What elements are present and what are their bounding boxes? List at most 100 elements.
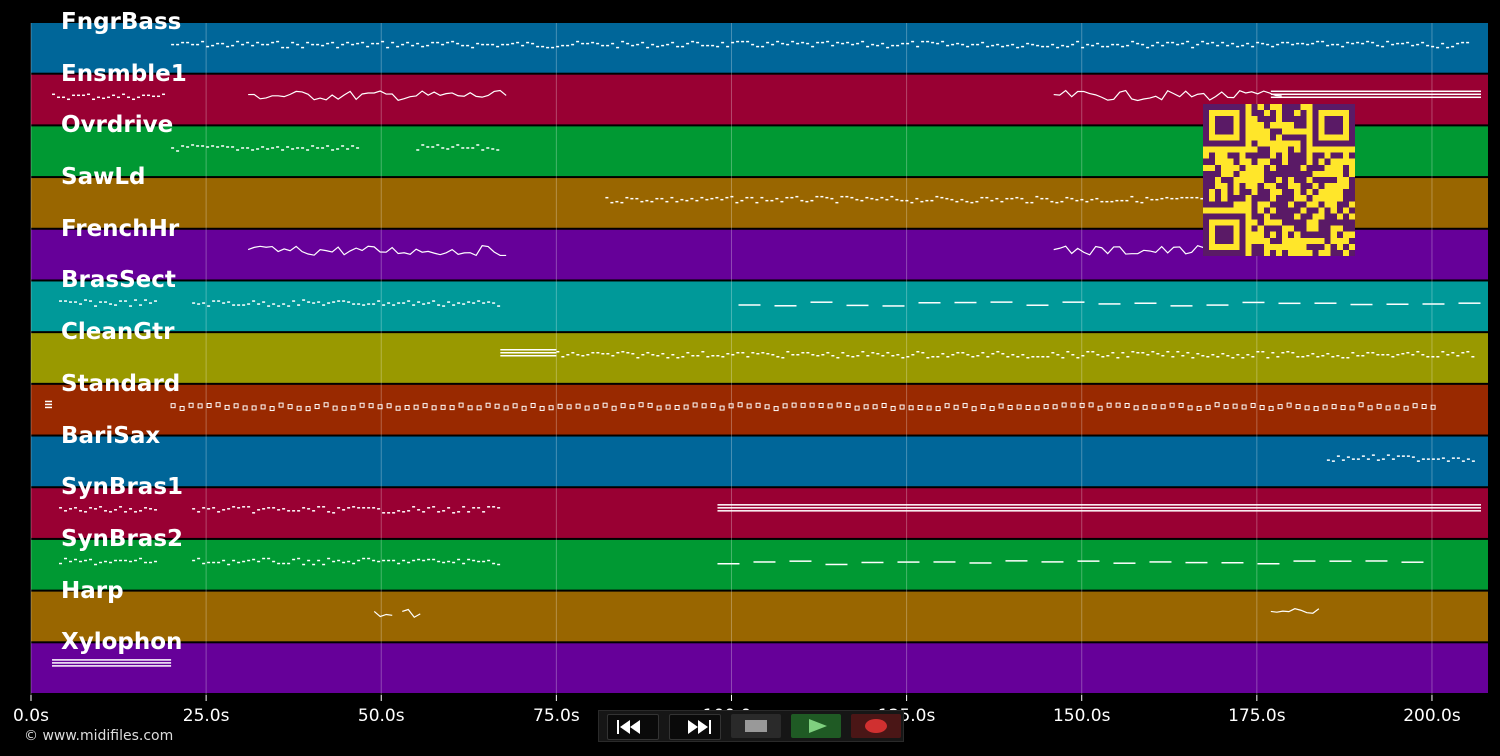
note <box>1251 45 1255 48</box>
note <box>1356 41 1360 44</box>
note <box>1436 356 1440 358</box>
note <box>124 511 128 513</box>
note <box>147 94 151 97</box>
note <box>137 96 141 99</box>
note <box>1145 196 1149 199</box>
note <box>401 43 405 46</box>
note <box>447 560 451 563</box>
note <box>666 43 670 46</box>
note <box>367 303 371 305</box>
note <box>232 559 236 562</box>
note <box>427 558 431 561</box>
note <box>706 44 710 47</box>
note <box>1256 41 1260 44</box>
note <box>117 96 121 99</box>
note <box>242 304 246 306</box>
note <box>1365 560 1388 562</box>
note <box>307 559 311 562</box>
track-lane <box>31 281 1488 332</box>
note <box>206 45 210 48</box>
note <box>457 302 461 304</box>
note <box>114 559 118 562</box>
note <box>1270 90 1481 93</box>
note <box>417 509 421 511</box>
tick-label: 0.0s <box>13 706 49 726</box>
note <box>876 353 880 355</box>
note <box>791 40 795 43</box>
note <box>1096 42 1100 45</box>
note <box>74 558 78 561</box>
note <box>1021 354 1025 356</box>
note <box>127 96 131 99</box>
note <box>52 662 172 664</box>
note <box>181 41 185 44</box>
note <box>706 356 710 358</box>
note <box>222 559 226 562</box>
note <box>933 561 956 563</box>
note <box>950 198 954 201</box>
note <box>252 512 256 514</box>
note <box>1241 357 1245 359</box>
note <box>717 510 1481 512</box>
note <box>256 148 260 150</box>
note <box>1075 199 1079 202</box>
note <box>811 45 815 48</box>
track-label: FngrBass <box>61 9 182 35</box>
note <box>1281 352 1285 354</box>
note <box>1321 355 1325 357</box>
note <box>422 303 426 305</box>
stop-icon <box>745 720 767 732</box>
note <box>247 303 251 305</box>
note <box>321 147 325 149</box>
note <box>1381 458 1385 460</box>
note <box>861 40 865 43</box>
fast-forward-button[interactable] <box>669 714 721 740</box>
note <box>1226 44 1230 47</box>
note <box>675 200 679 203</box>
tick-label: 50.0s <box>357 706 405 726</box>
note <box>810 199 814 202</box>
note <box>976 355 980 357</box>
note <box>789 560 812 562</box>
note <box>327 511 331 513</box>
note <box>717 507 1481 509</box>
note <box>666 357 670 359</box>
note <box>221 145 225 147</box>
record-button[interactable] <box>851 714 901 738</box>
note <box>826 352 830 354</box>
note <box>845 195 849 198</box>
note <box>1116 357 1120 359</box>
note <box>476 42 480 45</box>
note <box>451 40 455 43</box>
qr-code-icon[interactable] <box>1203 104 1355 256</box>
note-group <box>52 659 172 667</box>
note <box>897 561 920 563</box>
note <box>1316 356 1320 358</box>
note <box>971 43 975 46</box>
note <box>656 45 660 48</box>
note <box>99 506 103 508</box>
note <box>561 44 565 47</box>
note <box>870 197 874 200</box>
note <box>272 560 276 563</box>
note <box>1331 460 1335 462</box>
note <box>376 42 380 45</box>
note <box>1095 197 1099 200</box>
rewind-button[interactable] <box>607 714 659 740</box>
note <box>402 511 406 513</box>
stop-button[interactable] <box>731 714 781 738</box>
play-button[interactable] <box>791 714 841 738</box>
note <box>452 512 456 514</box>
note <box>1391 458 1395 460</box>
note <box>1121 352 1125 354</box>
note <box>222 302 226 304</box>
note <box>1246 42 1250 45</box>
note <box>1050 200 1054 203</box>
note <box>966 45 970 48</box>
note <box>1091 44 1095 47</box>
note <box>1085 200 1089 203</box>
note <box>1341 45 1345 48</box>
note <box>606 44 610 47</box>
note <box>980 196 984 199</box>
note <box>372 559 376 562</box>
